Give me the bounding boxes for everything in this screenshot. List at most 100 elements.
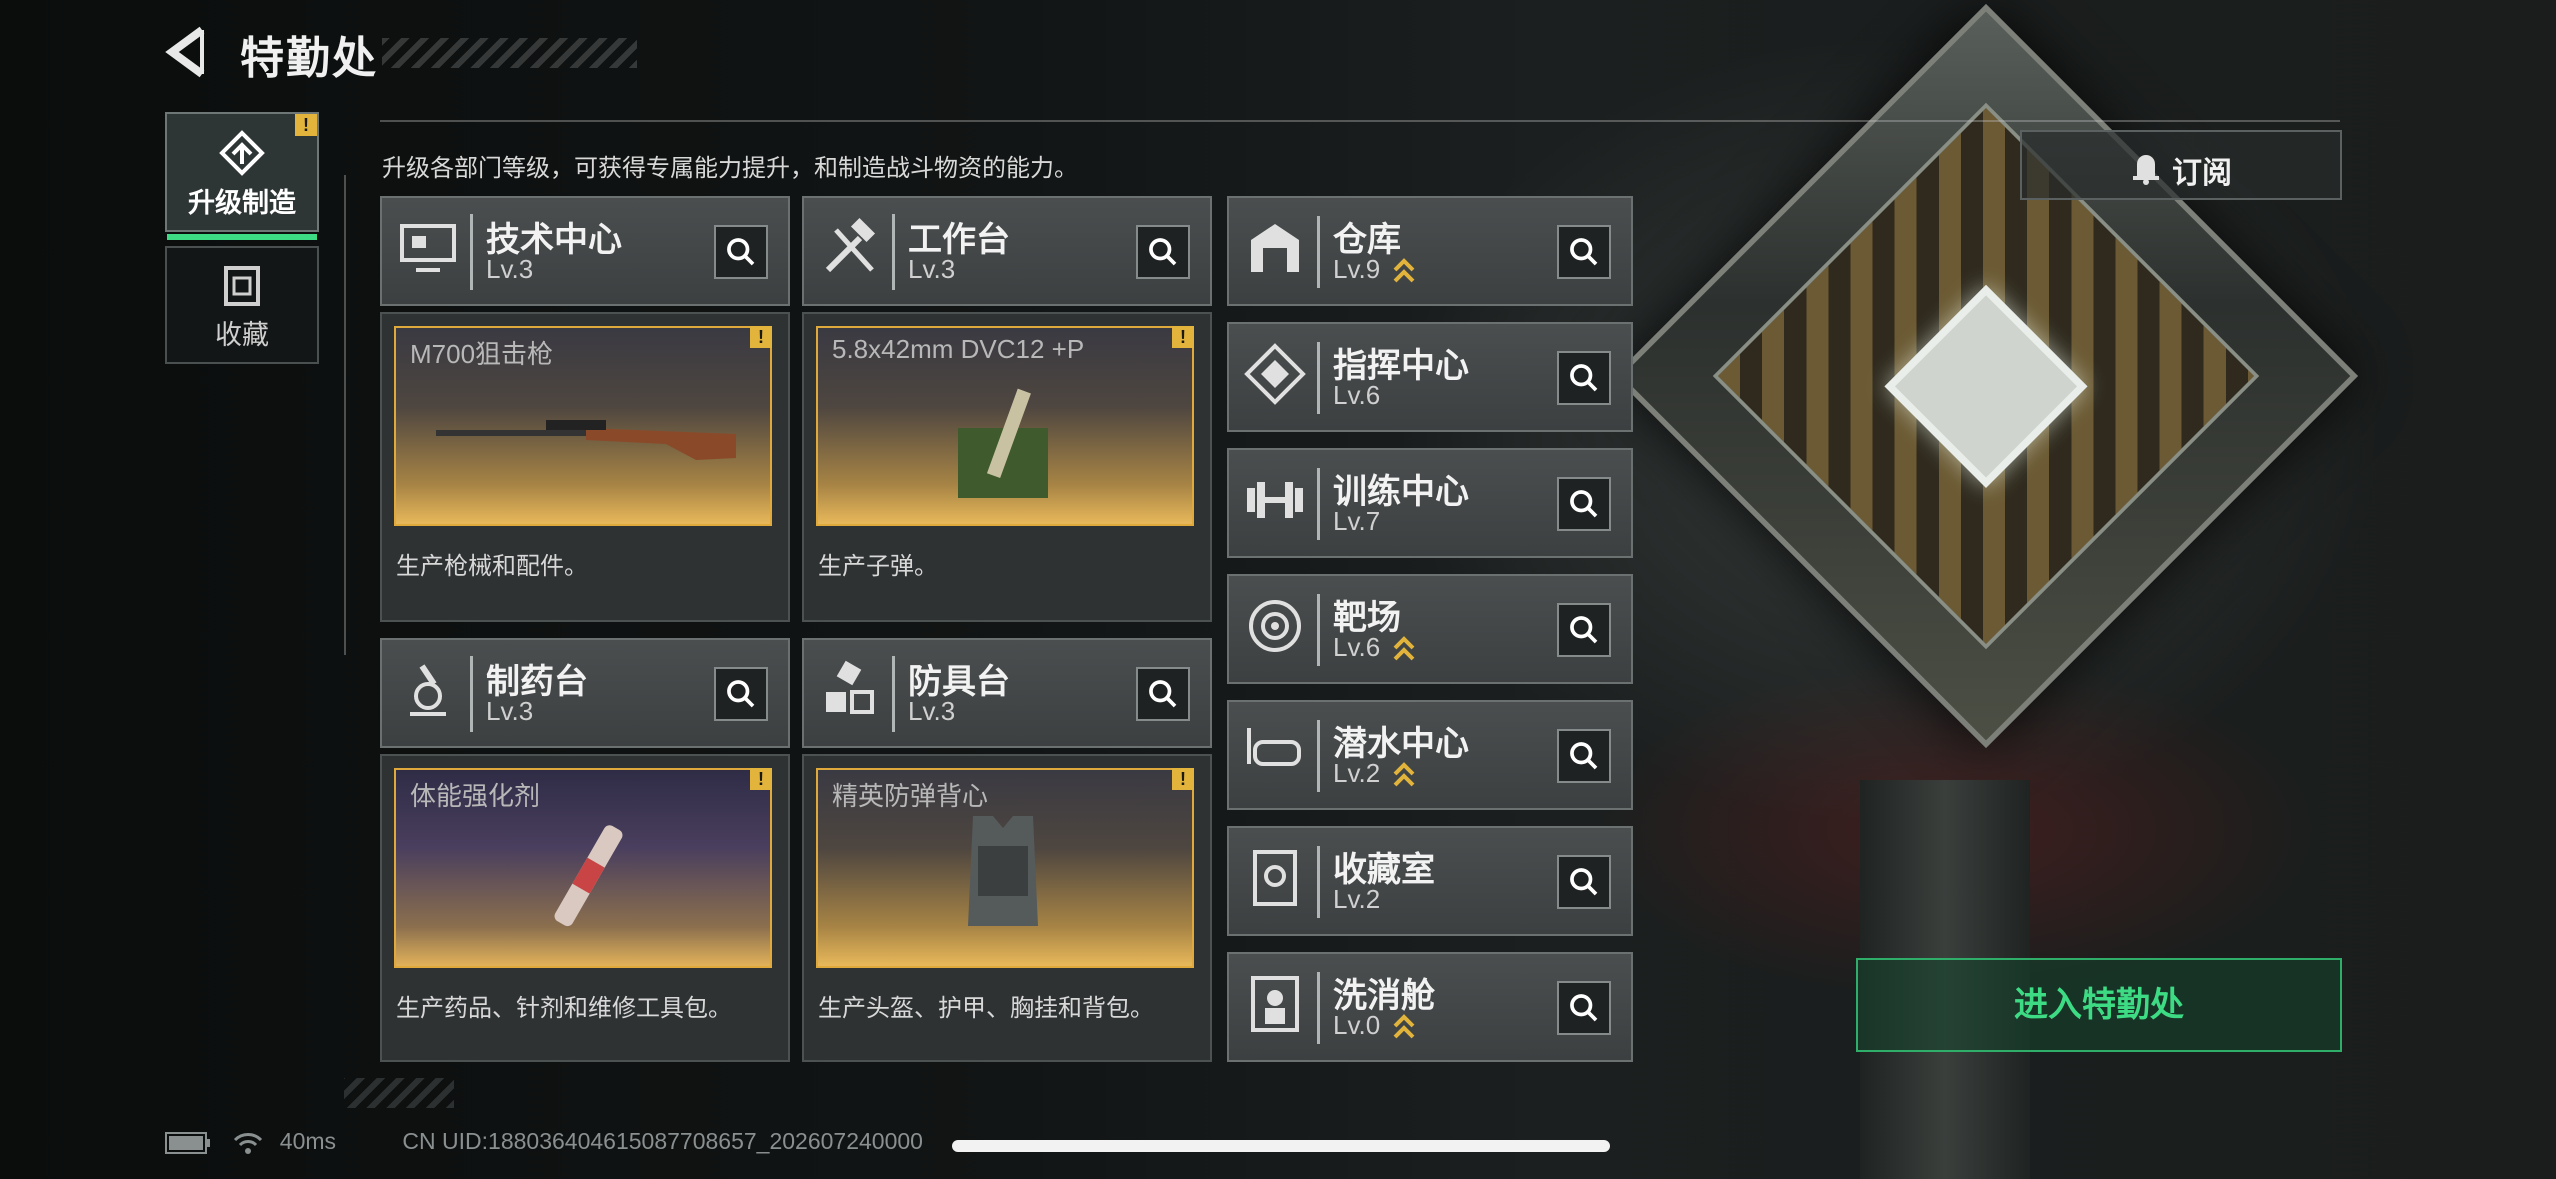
search-icon[interactable]: [1136, 225, 1190, 279]
diving-mask-icon: [1247, 728, 1301, 766]
status-bar: 40ms CN UID:18803640461508770865​7_20260…: [165, 1128, 923, 1156]
dept-level: Lv.3: [486, 254, 534, 284]
ping-text: 40ms: [279, 1128, 337, 1154]
nav-active-indicator: [167, 234, 317, 240]
dept-level: Lv.9: [1333, 254, 1381, 284]
product-warning-badge: !: [1172, 326, 1194, 348]
search-icon[interactable]: [714, 667, 768, 721]
search-icon[interactable]: [1557, 225, 1611, 279]
product-description: 生产药品、针剂和维修工具包。: [396, 995, 732, 1022]
page-description: 升级各部门等级，可获得专属能力提升，和制造战斗物资的能力。: [382, 155, 1078, 182]
command-center-icon: [1244, 343, 1306, 405]
separator: [892, 656, 895, 732]
product-card-stimulant[interactable]: 体能强化剂 ! 生产药品、针剂和维修工具包。: [380, 754, 790, 1062]
tech-center-icon: [400, 224, 456, 272]
search-icon[interactable]: [1136, 667, 1190, 721]
search-icon[interactable]: [1557, 603, 1611, 657]
collection-icon: [224, 266, 260, 306]
dept-tech-center[interactable]: 技术中心 Lv.3: [380, 196, 790, 306]
product-thumbnail: 体能强化剂 !: [394, 768, 772, 968]
dept-level: Lv.2: [1333, 884, 1381, 914]
nav-label-collection: 收藏: [215, 320, 269, 350]
dept-level-row: Lv.9: [1333, 254, 1415, 285]
product-warning-badge: !: [750, 326, 772, 348]
dept-level-row: Lv.2: [1333, 758, 1415, 789]
product-thumbnail: 5.8x42mm DVC12 +P !: [816, 326, 1194, 526]
dept-diving-center[interactable]: 潜水中心 Lv.2: [1227, 700, 1633, 810]
dept-level: Lv.6: [1333, 632, 1381, 662]
upgrade-arrows-icon: [1394, 258, 1415, 283]
product-card-vest[interactable]: 精英防弹背心 ! 生产头盔、护甲、胸挂和背包。: [802, 754, 1212, 1062]
collection-icon: [1253, 850, 1297, 906]
target-icon: [1249, 600, 1301, 652]
search-icon[interactable]: [1557, 855, 1611, 909]
syringe-image: [554, 825, 623, 927]
separator: [892, 214, 895, 290]
hammer-wrench-icon: [825, 217, 876, 273]
enter-special-ops-button[interactable]: 进入特勤处: [1856, 958, 2342, 1052]
dumbbell-icon: [1247, 482, 1303, 518]
nav-tab-collection[interactable]: 收藏: [165, 246, 319, 364]
back-arrow-icon[interactable]: [160, 22, 220, 82]
search-icon[interactable]: [714, 225, 768, 279]
dept-training-center[interactable]: 训练中心 Lv.7: [1227, 448, 1633, 558]
search-icon[interactable]: [1557, 477, 1611, 531]
product-description: 生产子弹。: [818, 553, 938, 580]
product-card-ammo[interactable]: 5.8x42mm DVC12 +P ! 生产子弹。: [802, 312, 1212, 622]
dept-level: Lv.0: [1333, 1010, 1381, 1040]
dept-level: Lv.3: [486, 696, 534, 726]
nav-label-upgrade: 升级制造: [188, 188, 296, 218]
product-description: 生产枪械和配件。: [396, 553, 588, 580]
product-thumbnail: M700狙击枪 !: [394, 326, 772, 526]
product-name: 5.8x42mm DVC12 +P: [832, 334, 1085, 364]
dept-workbench[interactable]: 工作台 Lv.3: [802, 196, 1212, 306]
separator: [1317, 972, 1320, 1044]
separator: [1317, 594, 1320, 666]
upgrade-arrows-icon: [1394, 636, 1415, 661]
armor-blocks-icon: [826, 660, 874, 714]
search-icon[interactable]: [1557, 981, 1611, 1035]
dept-decon-chamber[interactable]: 洗消舱 Lv.0: [1227, 952, 1633, 1062]
home-indicator[interactable]: [952, 1140, 1610, 1152]
ammo-box-image: [958, 388, 1048, 498]
dept-level-row: Lv.0: [1333, 1010, 1415, 1041]
dept-level: Lv.6: [1333, 380, 1381, 410]
dept-command-center[interactable]: 指挥中心 Lv.6: [1227, 322, 1633, 432]
separator: [1317, 342, 1320, 414]
dept-level-row: Lv.6: [1333, 632, 1415, 663]
rifle-image: [436, 420, 736, 460]
search-icon[interactable]: [1557, 351, 1611, 405]
vest-image: [968, 816, 1038, 926]
wifi-icon: [234, 1132, 263, 1154]
separator: [470, 656, 473, 732]
nav-warning-badge: !: [295, 114, 317, 136]
warehouse-icon: [1251, 224, 1299, 272]
decorative-stripes: [344, 1078, 454, 1108]
subscribe-button[interactable]: 订阅: [2020, 130, 2342, 200]
upgrade-arrows-icon: [1394, 1014, 1415, 1039]
dept-level: Lv.3: [908, 254, 956, 284]
product-description: 生产头盔、护甲、胸挂和背包。: [818, 995, 1154, 1022]
dept-armor-bench[interactable]: 防具台 Lv.3: [802, 638, 1212, 748]
upgrade-arrows-icon: [1394, 762, 1415, 787]
vertical-divider: [344, 175, 346, 655]
product-name: 体能强化剂: [410, 781, 541, 811]
header-divider: [380, 120, 2340, 122]
dept-shooting-range[interactable]: 靶场 Lv.6: [1227, 574, 1633, 684]
decon-icon: [1251, 976, 1299, 1032]
search-icon[interactable]: [1557, 729, 1611, 783]
page-title: 特勤处: [240, 34, 378, 83]
separator: [1317, 468, 1320, 540]
background-cube-machine: [1613, 3, 2359, 749]
uid-text: CN UID:18803640461508770865​7_2026072400…: [402, 1128, 923, 1154]
separator: [1317, 846, 1320, 918]
dept-collection-room[interactable]: 收藏室 Lv.2: [1227, 826, 1633, 936]
dept-level: Lv.2: [1333, 758, 1381, 788]
nav-tab-upgrade[interactable]: 升级制造 !: [165, 112, 319, 240]
separator: [470, 214, 473, 290]
dept-warehouse[interactable]: 仓库 Lv.9: [1227, 196, 1633, 306]
dept-pharmacy[interactable]: 制药台 Lv.3: [380, 638, 790, 748]
product-name: M700狙击枪: [410, 339, 554, 369]
product-card-rifle[interactable]: M700狙击枪 ! 生产枪械和配件。: [380, 312, 790, 622]
dept-level: Lv.7: [1333, 506, 1381, 536]
